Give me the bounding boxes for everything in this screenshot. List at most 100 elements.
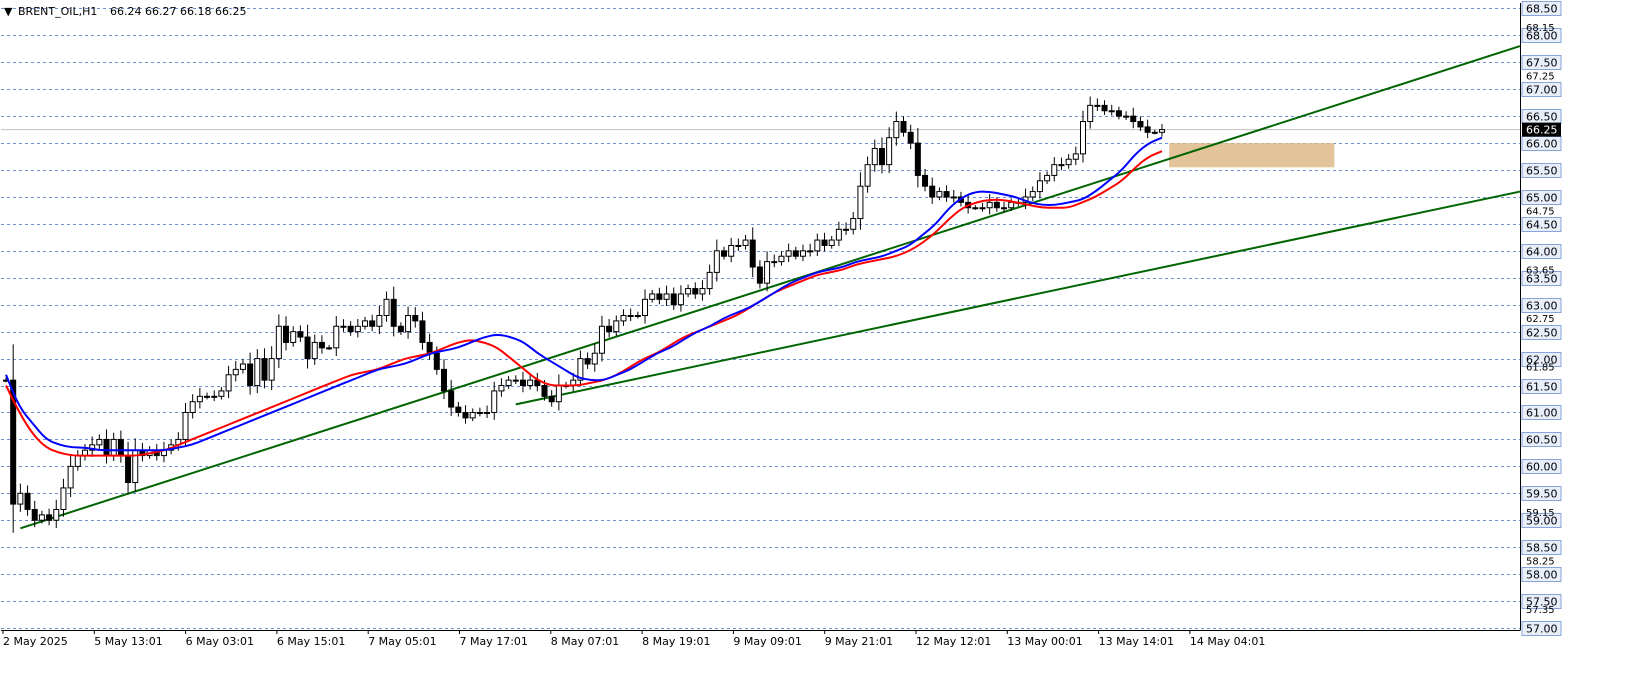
bull-candle <box>893 121 900 139</box>
bear-candle <box>749 239 756 268</box>
bull-candle <box>950 196 957 199</box>
bull-candle <box>735 244 742 247</box>
bear-candle <box>721 250 727 257</box>
bull-candle <box>1087 104 1094 123</box>
bull-candle <box>275 325 282 360</box>
bull-candle <box>642 298 649 317</box>
bull-candle <box>857 185 864 220</box>
bear-candle <box>369 320 376 327</box>
bear-candle <box>943 191 950 198</box>
bull-candle <box>972 207 979 210</box>
bear-candle <box>462 411 469 419</box>
price-label: 62.50 <box>1526 327 1558 340</box>
bull-candle <box>807 250 814 253</box>
time-label: 2 May 2025 <box>3 635 68 648</box>
bull-candle <box>218 390 225 397</box>
price-label: 59.50 <box>1526 488 1558 501</box>
bull-candle <box>189 401 196 413</box>
trendline-layer <box>20 45 1521 530</box>
bull-candle <box>936 191 943 198</box>
bear-candle <box>656 293 663 300</box>
price-label: 66.00 <box>1526 138 1558 151</box>
bear-candle <box>670 293 677 306</box>
bull-candle <box>886 137 893 166</box>
bear-candle <box>117 438 124 457</box>
bear-candle <box>24 492 31 510</box>
bear-candle <box>993 201 1000 209</box>
bear-candle <box>103 438 110 457</box>
price-label: 64.50 <box>1526 219 1558 232</box>
price-tick-label: 61.85 <box>1526 363 1555 374</box>
bear-candle <box>390 298 397 327</box>
bear-candle <box>1130 115 1137 123</box>
bear-candle <box>283 325 290 343</box>
time-label: 13 May 00:01 <box>1007 635 1082 648</box>
price-chart[interactable]: 68.5068.0067.5067.0066.5066.0065.5065.00… <box>0 0 1651 686</box>
chart-area[interactable]: 68.50 68.00 67.50 67.00 66.50 66.00 65.50 65.00… <box>0 0 1651 686</box>
bear-candle <box>448 390 455 408</box>
bull-candle <box>290 331 297 343</box>
bull-candle <box>699 288 706 295</box>
bull-candle <box>53 508 60 521</box>
candlestick-series <box>3 96 1165 533</box>
bull-candle <box>383 298 390 317</box>
bull-candle <box>1008 201 1015 209</box>
bull-candle <box>232 368 239 376</box>
bear-candle <box>756 266 763 284</box>
symbol-timeframe: BRENT_OIL,H1 <box>18 5 97 18</box>
bear-candle <box>397 325 404 333</box>
bull-candle <box>1029 191 1036 198</box>
bear-candle <box>247 363 254 387</box>
bull-candle <box>1080 121 1086 155</box>
time-label: 8 May 07:01 <box>551 635 619 648</box>
support-zone <box>1169 143 1335 168</box>
bull-candle <box>340 325 347 328</box>
price-tick-label: 63.65 <box>1526 266 1555 277</box>
price-label: 63.00 <box>1526 300 1558 313</box>
time-label: 5 May 13:01 <box>94 635 162 648</box>
time-label: 7 May 17:01 <box>460 635 528 648</box>
price-label: 58.50 <box>1526 542 1558 555</box>
bull-candle <box>469 411 476 419</box>
bull-candle <box>627 315 634 317</box>
bear-candle <box>584 358 591 365</box>
current-price-label: 66.25 <box>1526 124 1558 137</box>
price-label: 65.00 <box>1526 192 1558 205</box>
bear-candle <box>297 331 304 338</box>
time-label: 6 May 15:01 <box>277 635 345 648</box>
time-axis-labels: 2 May 2025 5 May 13:01 6 May 03:01 6 May 15… <box>2 630 1265 648</box>
bull-candle <box>110 438 117 457</box>
bull-candle <box>613 320 620 333</box>
bull-candle <box>1065 158 1072 166</box>
price-tick-label: 67.25 <box>1526 72 1555 83</box>
bull-candle <box>785 250 792 257</box>
bull-candle <box>1058 164 1065 167</box>
bull-candle <box>1001 207 1008 210</box>
time-label: 12 May 12:01 <box>916 635 991 648</box>
bull-candle <box>864 164 871 187</box>
bull-candle <box>17 492 24 505</box>
bull-candle <box>67 465 74 489</box>
bull-candle <box>196 395 203 403</box>
header-marker: ▼ <box>4 5 13 18</box>
bull-candle <box>685 288 692 295</box>
bull-candle <box>333 325 340 349</box>
trendline <box>20 45 1521 530</box>
bull-candle <box>405 315 412 333</box>
bull-candle <box>498 385 505 392</box>
bull-candle <box>354 325 361 333</box>
bull-candle <box>1044 174 1051 182</box>
bull-candle <box>476 411 483 414</box>
price-tick-label: 68.15 <box>1526 23 1555 34</box>
price-label: 67.00 <box>1526 84 1558 97</box>
bull-candle <box>677 293 684 306</box>
time-label: 8 May 19:01 <box>642 635 710 648</box>
bear-candle <box>878 147 885 166</box>
bear-candle <box>1137 121 1144 128</box>
bull-candle <box>96 438 103 446</box>
bear-candle <box>31 508 38 521</box>
bull-candle <box>713 250 720 273</box>
time-label: 7 May 05:01 <box>368 635 436 648</box>
bull-candle <box>634 315 641 317</box>
bear-candle <box>125 455 132 484</box>
